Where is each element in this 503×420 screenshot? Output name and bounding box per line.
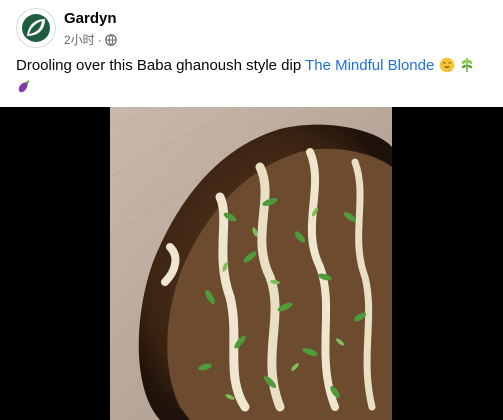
meta-separator: · bbox=[97, 32, 102, 47]
post-time[interactable]: 2小时 bbox=[64, 31, 95, 48]
post-meta: 2小时 · bbox=[64, 31, 117, 48]
post-header: Gardyn 2小时 · bbox=[16, 8, 486, 52]
gardyn-logo-icon bbox=[22, 14, 50, 42]
avatar[interactable] bbox=[16, 8, 56, 48]
eggplant-icon bbox=[18, 80, 29, 93]
author-name[interactable]: Gardyn bbox=[64, 10, 117, 27]
globe-icon[interactable] bbox=[104, 33, 117, 46]
herb-icon bbox=[461, 57, 473, 72]
post-text: Drooling over this Baba ghanoush style d… bbox=[16, 56, 491, 96]
post-text-body: Drooling over this Baba ghanoush style d… bbox=[16, 57, 306, 74]
drooling-face-icon bbox=[439, 57, 454, 73]
post-media[interactable] bbox=[0, 107, 503, 420]
eggplant-row bbox=[16, 77, 491, 96]
food-photo bbox=[110, 107, 392, 420]
mention-link[interactable]: The Mindful Blonde bbox=[305, 57, 434, 74]
post-card: Gardyn 2小时 · Drooling over this Baba gha… bbox=[0, 0, 503, 420]
